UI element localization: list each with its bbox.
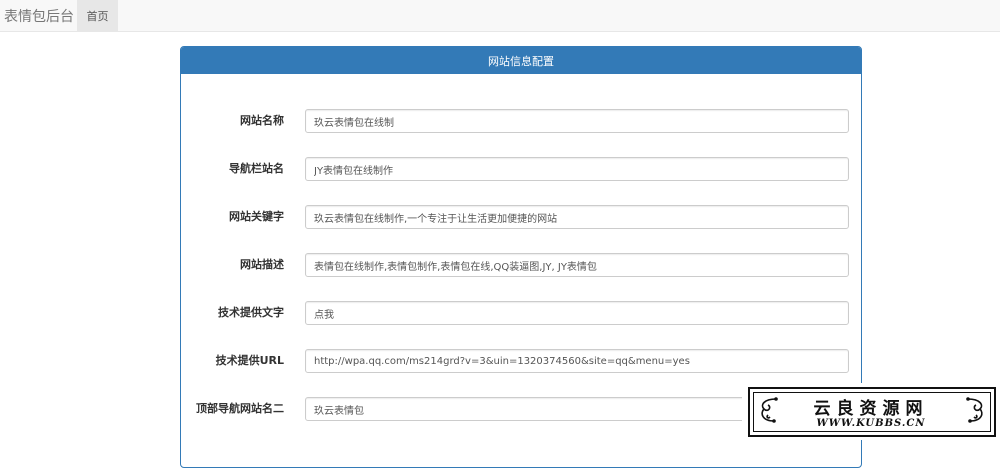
- nav-site-name-input[interactable]: [305, 157, 849, 181]
- keywords-label: 网站关键字: [229, 210, 284, 223]
- watermark-title: 云良资源网: [813, 399, 929, 419]
- tech-url-input[interactable]: [305, 349, 849, 373]
- tech-text-label: 技术提供文字: [218, 306, 284, 319]
- form-row-description: 网站描述: [181, 253, 861, 277]
- top-navbar: 表情包后台 首页: [0, 0, 1000, 32]
- form-row-site-name: 网站名称: [181, 109, 861, 133]
- description-label: 网站描述: [240, 258, 284, 271]
- site-name-input[interactable]: [305, 109, 849, 133]
- keywords-input[interactable]: [305, 205, 849, 229]
- panel-title: 网站信息配置: [181, 47, 861, 74]
- top-nav-site-name-2-label: 顶部导航网站名二: [196, 402, 284, 415]
- site-name-label: 网站名称: [240, 114, 284, 127]
- form-row-tech-text: 技术提供文字: [181, 301, 861, 325]
- form-row-nav-site-name: 导航栏站名: [181, 157, 861, 181]
- nav-site-name-label: 导航栏站名: [229, 162, 284, 175]
- form-row-keywords: 网站关键字: [181, 205, 861, 229]
- brand-link[interactable]: 表情包后台: [4, 6, 74, 26]
- watermark-url: WWW.KUBBS.CN: [816, 418, 926, 429]
- tech-text-input[interactable]: [305, 301, 849, 325]
- form-row-tech-url: 技术提供URL: [181, 349, 861, 373]
- tech-url-label: 技术提供URL: [215, 354, 284, 367]
- description-input[interactable]: [305, 253, 849, 277]
- watermark-logo: 云良资源网 WWW.KUBBS.CN: [742, 383, 1000, 440]
- nav-item-home[interactable]: 首页: [77, 0, 118, 31]
